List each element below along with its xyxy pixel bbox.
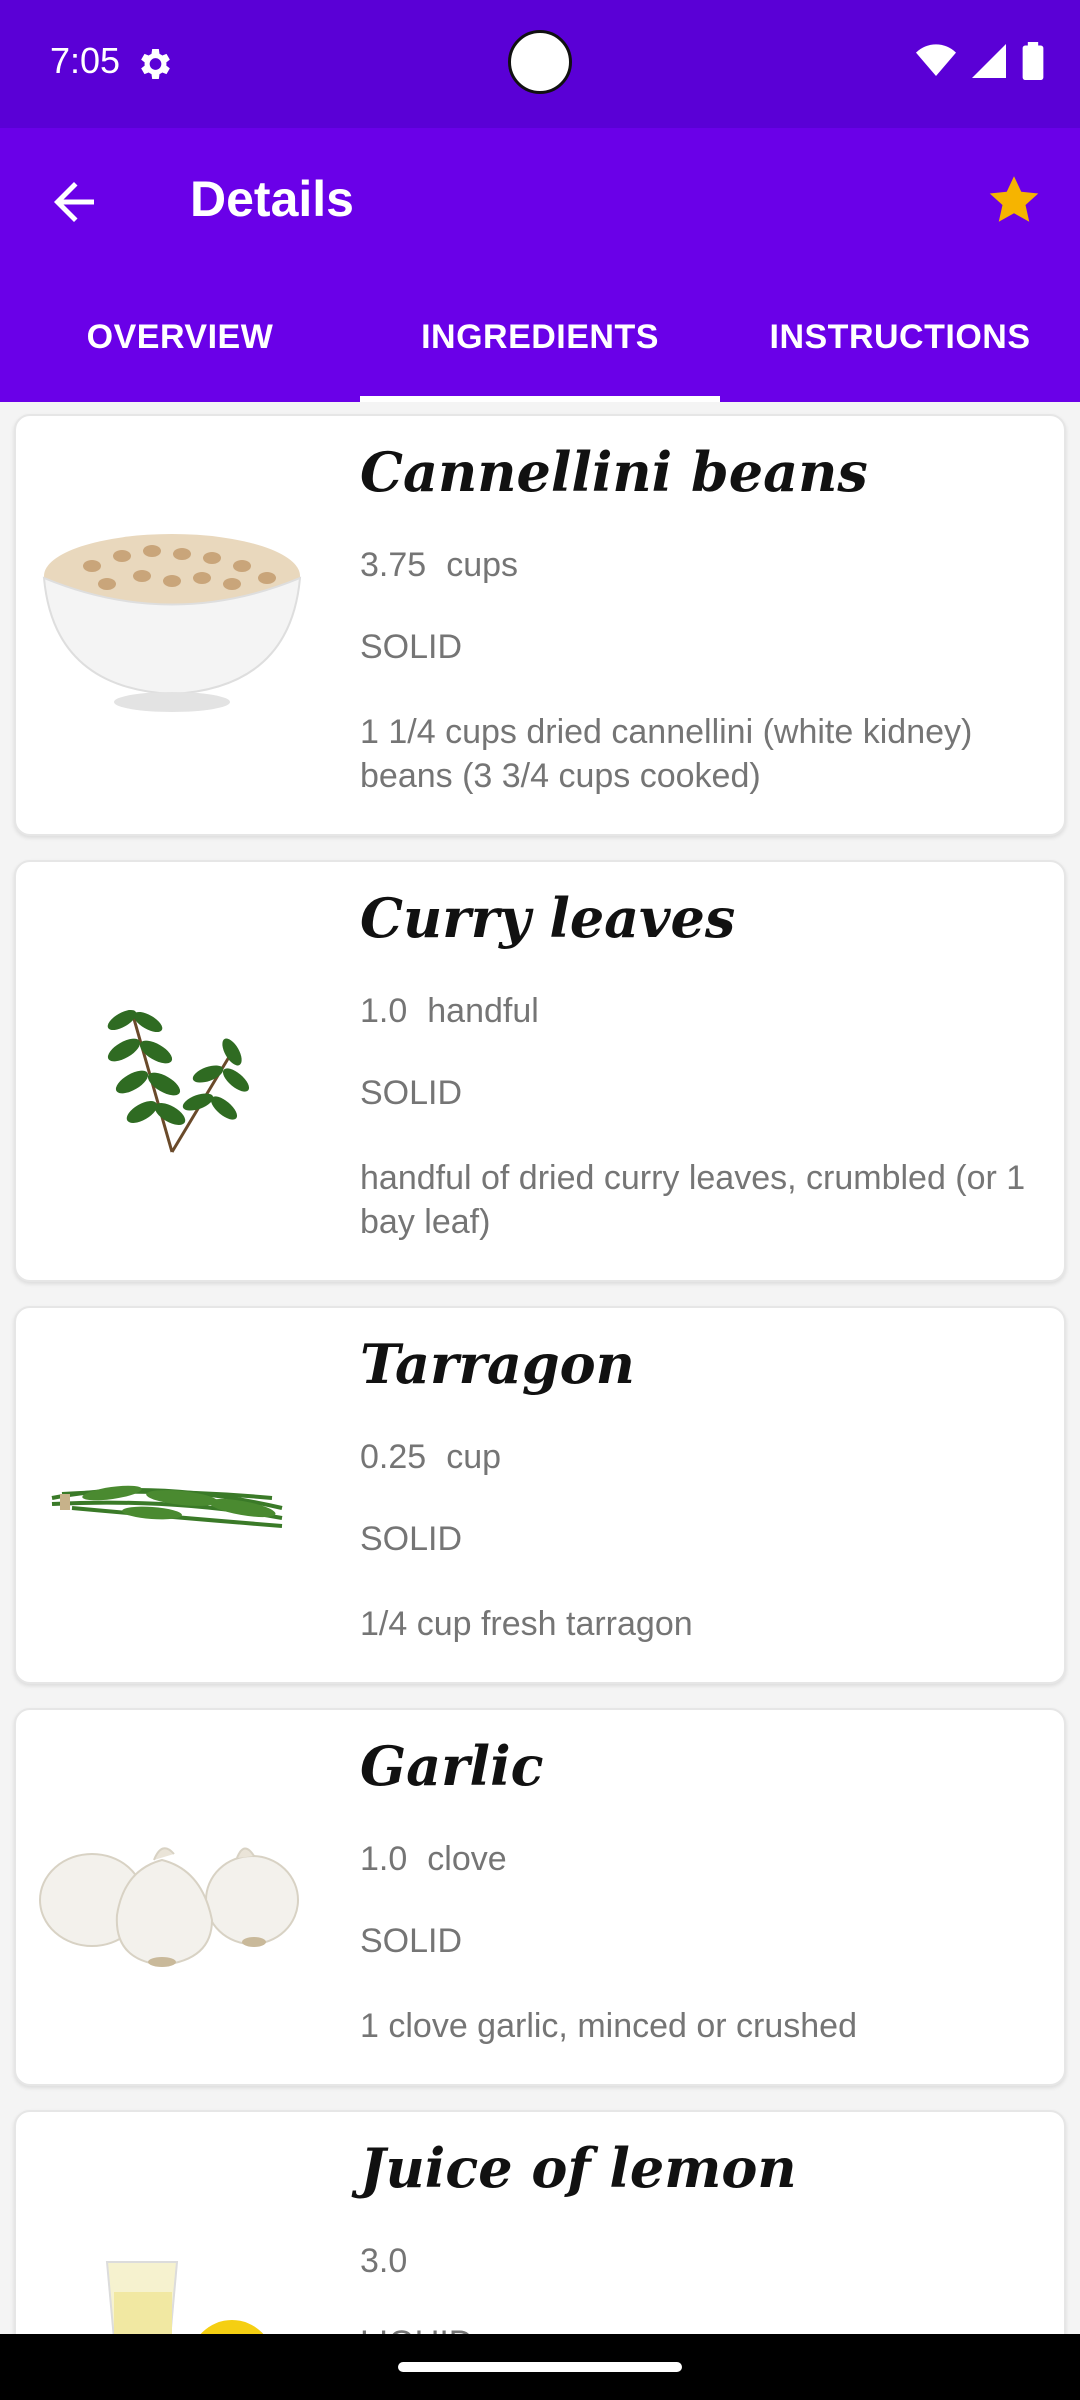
ingredient-amount: 3.0 bbox=[360, 2242, 408, 2280]
ingredient-quantity: 3.75 cups bbox=[360, 546, 538, 585]
ingredient-card[interactable]: Tarragon 0.25 cup SOLID 1/4 cup fresh tar… bbox=[14, 1306, 1066, 1684]
ingredient-type: SOLID bbox=[360, 1520, 463, 1558]
status-icons bbox=[916, 42, 1044, 80]
ingredient-quantity: 1.0 handful bbox=[360, 992, 559, 1031]
ingredient-type: SOLID bbox=[360, 1074, 463, 1112]
back-arrow-icon[interactable] bbox=[44, 172, 104, 232]
ingredient-name: Cannellini beans bbox=[360, 440, 868, 504]
wifi-icon bbox=[916, 44, 956, 76]
ingredient-amount: 0.25 bbox=[360, 1438, 427, 1476]
ingredient-description: 1 1/4 cups dried cannellini (white kidne… bbox=[360, 713, 973, 795]
beans-bowl-image bbox=[32, 456, 312, 756]
ingredient-name: Garlic bbox=[360, 1734, 544, 1798]
tarragon-image bbox=[32, 1348, 312, 1648]
ingredient-name: Curry leaves bbox=[360, 886, 736, 950]
ingredient-unit: cup bbox=[446, 1438, 502, 1476]
ingredient-quantity: 1.0 clove bbox=[360, 1840, 527, 1879]
ingredient-amount: 3.75 bbox=[360, 546, 427, 584]
tab-instructions[interactable]: INSTRUCTIONS bbox=[720, 272, 1080, 402]
ingredient-card[interactable]: Juice of lemon 3.0 LIQUID bbox=[14, 2110, 1066, 2334]
app-bar: Details bbox=[0, 128, 1080, 272]
ingredient-quantity: 3.0 bbox=[360, 2242, 447, 2281]
ingredient-amount: 1.0 bbox=[360, 1840, 408, 1878]
settings-gear-icon bbox=[134, 44, 174, 89]
tab-overview[interactable]: OVERVIEW bbox=[0, 272, 360, 402]
status-time: 7:05 bbox=[50, 40, 121, 81]
page-title: Details bbox=[190, 171, 354, 227]
ingredient-description: 1/4 cup fresh tarragon bbox=[360, 1605, 693, 1643]
ingredient-amount: 1.0 bbox=[360, 992, 408, 1030]
lemon-juice-image bbox=[32, 2152, 312, 2334]
status-bar: 7:05 bbox=[0, 0, 1080, 128]
tab-bar: OVERVIEW INGREDIENTS INSTRUCTIONS bbox=[0, 272, 1080, 402]
tab-ingredients[interactable]: INGREDIENTS bbox=[360, 272, 720, 402]
ingredient-unit: clove bbox=[427, 1840, 507, 1878]
camera-cutout bbox=[508, 30, 572, 94]
ingredient-type: SOLID bbox=[360, 1922, 463, 1960]
garlic-image bbox=[32, 1750, 312, 2050]
system-nav-bar bbox=[0, 2334, 1080, 2400]
home-gesture-handle[interactable] bbox=[398, 2362, 682, 2372]
ingredient-type: SOLID bbox=[360, 628, 463, 666]
signal-icon bbox=[972, 44, 1006, 78]
ingredient-quantity: 0.25 cup bbox=[360, 1438, 521, 1477]
tab-label: INGREDIENTS bbox=[421, 317, 659, 356]
ingredient-unit: cups bbox=[446, 546, 519, 584]
ingredient-card[interactable]: Garlic 1.0 clove SOLID 1 clove garlic, mi… bbox=[14, 1708, 1066, 2086]
curry-leaves-image bbox=[32, 902, 312, 1202]
tab-label: OVERVIEW bbox=[86, 317, 274, 356]
ingredient-card[interactable]: Cannellini beans 3.75 cups SOLID 1 1/4 cu… bbox=[14, 414, 1066, 836]
ingredient-name: Juice of lemon bbox=[360, 2136, 797, 2200]
ingredient-list[interactable]: Cannellini beans 3.75 cups SOLID 1 1/4 cu… bbox=[0, 402, 1080, 2334]
ingredient-description: handful of dried curry leaves, crumbled … bbox=[360, 1159, 1026, 1241]
tab-label: INSTRUCTIONS bbox=[769, 317, 1031, 356]
ingredient-type: LIQUID bbox=[360, 2324, 473, 2334]
ingredient-name: Tarragon bbox=[360, 1332, 635, 1396]
ingredient-card[interactable]: Curry leaves 1.0 handful SOLID handful of… bbox=[14, 860, 1066, 1282]
battery-icon bbox=[1022, 42, 1044, 80]
favorite-star-icon[interactable] bbox=[984, 170, 1044, 230]
ingredient-unit: handful bbox=[427, 992, 539, 1030]
ingredient-description: 1 clove garlic, minced or crushed bbox=[360, 2007, 858, 2045]
